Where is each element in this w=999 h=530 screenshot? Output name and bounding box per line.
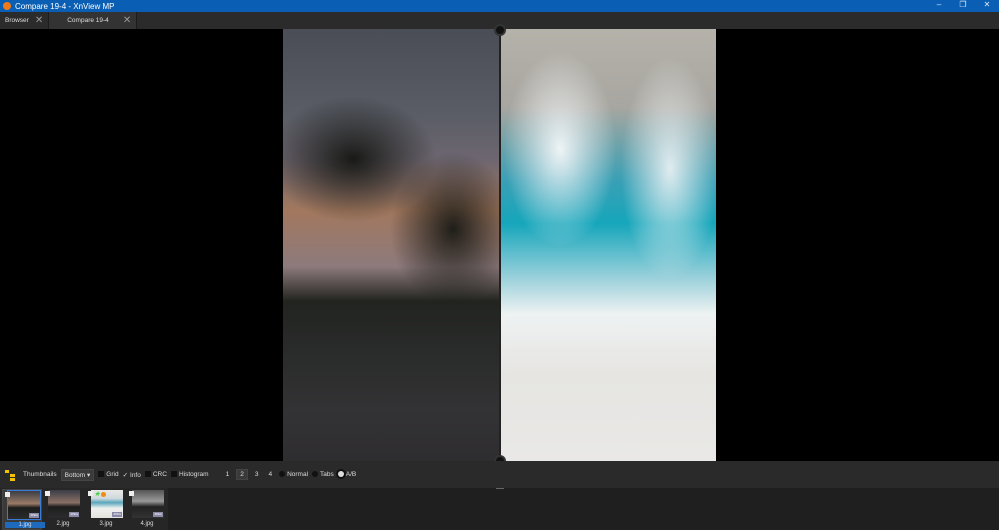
histogram-label: Histogram [178,471,209,478]
select-checkbox [129,491,134,496]
file-type-badge-icon: JPEG [69,512,79,517]
crc-label: CRC [152,471,167,478]
thumbnail-label: 2.jpg [56,521,70,527]
file-type-badge-icon: JPEG [153,512,163,517]
compare-toolbar: Thumbnails Bottom ▾ Grid ✓ Info CRC Histo… [0,461,999,488]
ab-radio[interactable]: A/B [337,471,357,478]
thumbnail-label: 3.jpg [99,521,113,527]
select-checkbox [45,491,50,496]
thumbnail-strip: JPEG 1.jpg JPEG 2.jpg ★ JPEG 3.jpg JPEG 4.jpg [0,488,999,530]
normal-label: Normal [287,471,309,478]
grid-label: Grid [106,471,119,478]
thumbnails-icon [5,469,15,481]
tab-compare[interactable]: Compare 19-4 ✕ [49,12,138,29]
count-1-button[interactable]: 1 [223,470,233,479]
star-icon: ★ [94,491,101,498]
title-bar: Compare 19-4 - XnView MP – ❐ ✕ [0,0,999,12]
image-a [283,29,500,461]
tab-browser[interactable]: Browser ✕ [0,12,50,29]
crc-checkbox[interactable]: CRC [144,471,167,478]
thumbnails-position-select[interactable]: Bottom ▾ [60,468,95,481]
tab-label: Compare 19-4 [67,17,109,24]
window-title: Compare 19-4 - XnView MP [15,1,115,11]
count-3-button[interactable]: 3 [252,470,262,479]
normal-radio[interactable]: Normal [279,471,308,478]
info-label: Info [130,471,141,479]
thumbnail-label: 1.jpg [5,522,45,528]
minimize-button[interactable]: – [927,0,951,9]
thumbnail-item[interactable]: JPEG 2.jpg [43,489,83,530]
label-dot-icon [101,492,106,497]
tabs-label: Tabs [320,471,334,478]
resize-grip[interactable] [496,488,504,489]
select-checkbox [5,492,10,497]
close-tab-icon[interactable]: ✕ [123,15,131,26]
thumbnail-label: 4.jpg [140,521,154,527]
app-logo-icon [3,2,11,10]
ab-label: A/B [345,471,357,478]
tabs-radio[interactable]: Tabs [312,471,334,478]
compare-viewer [0,24,999,467]
divider-handle-top[interactable] [494,24,506,36]
ab-divider[interactable] [499,29,501,461]
thumbnail-item[interactable]: ★ JPEG 3.jpg [86,489,126,530]
file-type-badge-icon: JPEG [29,513,39,518]
thumbnail-item[interactable]: JPEG 1.jpg [2,489,45,530]
info-checkbox[interactable]: ✓ Info [123,471,141,479]
histogram-checkbox[interactable]: Histogram [170,471,209,478]
close-button[interactable]: ✕ [975,0,999,9]
image-b-inverted [500,29,716,461]
count-4-button[interactable]: 4 [265,470,275,479]
select-value: Bottom [64,471,86,479]
thumbnails-label: Thumbnails [23,471,57,478]
close-tab-icon[interactable]: ✕ [35,15,43,26]
file-type-badge-icon: JPEG [112,512,122,517]
thumbnail-item[interactable]: JPEG 4.jpg [127,489,167,530]
select-checkbox [88,491,93,496]
tab-label: Browser [5,17,29,24]
grid-checkbox[interactable]: Grid [98,471,119,478]
restore-button[interactable]: ❐ [951,0,975,9]
count-2-button[interactable]: 2 [236,469,248,480]
